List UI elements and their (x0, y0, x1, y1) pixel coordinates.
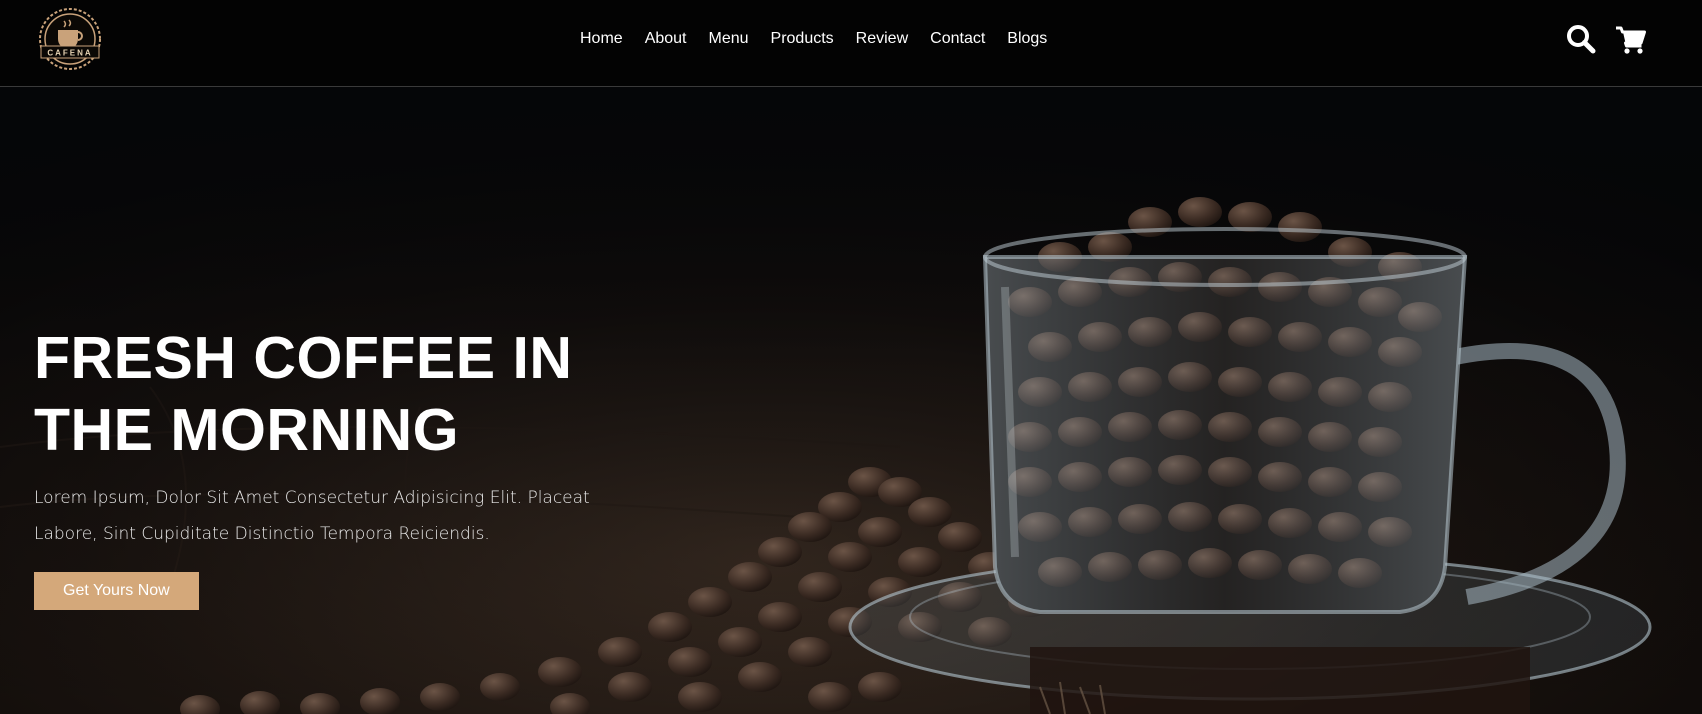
hero-description: Lorem Ipsum, Dolor Sit Amet Consectetur … (34, 480, 644, 552)
nav-about[interactable]: About (645, 27, 687, 51)
hero-desc-line2: Labore, Sint Cupiditate Distinctio Tempo… (34, 524, 490, 544)
nav-contact[interactable]: Contact (930, 27, 985, 51)
site-header: CAFENA Home About Menu Products Review C… (0, 0, 1702, 87)
logo[interactable]: CAFENA (31, 8, 109, 70)
hero-title: FRESH COFFEE IN THE MORNING (34, 322, 594, 466)
hero-title-line1: FRESH COFFEE IN (34, 325, 573, 391)
logo-text: CAFENA (47, 49, 92, 58)
cart-icon[interactable] (1615, 23, 1647, 55)
nav-review[interactable]: Review (856, 27, 908, 51)
nav-blogs[interactable]: Blogs (1007, 27, 1047, 51)
get-yours-now-button[interactable]: Get Yours Now (34, 572, 199, 610)
nav-home[interactable]: Home (580, 27, 623, 51)
header-actions (1565, 23, 1647, 55)
main-nav: Home About Menu Products Review Contact … (580, 27, 1069, 51)
hero-desc-line1: Lorem Ipsum, Dolor Sit Amet Consectetur … (34, 488, 590, 508)
hero-content: FRESH COFFEE IN THE MORNING Lorem Ipsum,… (34, 322, 674, 610)
search-icon[interactable] (1565, 23, 1597, 55)
nav-products[interactable]: Products (771, 27, 834, 51)
cafena-logo-icon: CAFENA (39, 8, 101, 70)
nav-menu[interactable]: Menu (709, 27, 749, 51)
hero-section: FRESH COFFEE IN THE MORNING Lorem Ipsum,… (0, 87, 1702, 714)
hero-title-line2: THE MORNING (34, 397, 460, 463)
